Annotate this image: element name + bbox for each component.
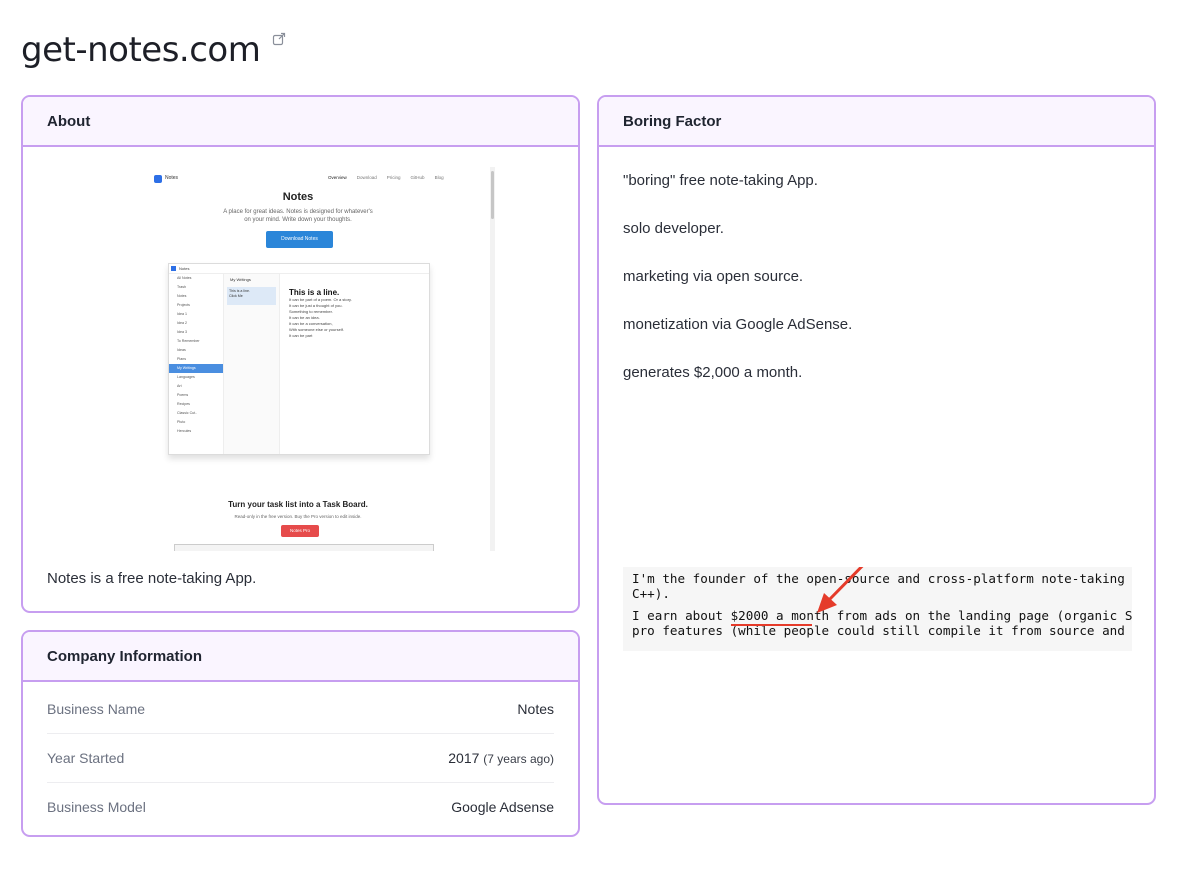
screenshot-sidebar-item: Idea 1 (177, 312, 187, 316)
screenshot-list-item-2: Click Me (229, 294, 243, 298)
app-logo-icon (171, 266, 176, 271)
row-value-text: 2017 (448, 749, 480, 766)
screenshot-sidebar-item: Recipes (177, 402, 190, 406)
site-title-block: get-notes.com (21, 26, 286, 74)
company-info-heading: Company Information (47, 647, 203, 665)
company-row-year-started: Year Started 2017 (7 years ago) (47, 733, 554, 782)
row-value-text: Notes (517, 700, 554, 717)
screenshot-app-titlebar: Notes (169, 264, 429, 274)
screenshot-nav-item: Pricing (386, 175, 401, 180)
screenshot-taskboard-title: Turn your task list into a Task Board. (228, 500, 368, 509)
screenshot-scrollbar[interactable] (490, 167, 495, 551)
red-arrow-icon (817, 567, 864, 613)
screenshot-sidebar-item: Ideas (177, 348, 186, 352)
boring-factor-item: generates $2,000 a month. (623, 364, 803, 381)
screenshot-sidebar-item: Idea 2 (177, 321, 187, 325)
boring-factor-header: Boring Factor (599, 97, 1154, 147)
screenshot-pro-button: Notes Pro (281, 525, 319, 537)
screenshot-bottom-toolbar (174, 544, 434, 551)
screenshot-sidebar-item: Plans (177, 357, 186, 361)
screenshot-sidebar-item: Languages (177, 375, 195, 379)
founder-quote-screenshot: I'm the founder of the open-source and c… (623, 567, 1132, 651)
boring-factor-card: Boring Factor "boring" free note-taking … (597, 95, 1156, 805)
screenshot-nav: Overview Download Pricing GitHub Blog (328, 175, 444, 180)
row-value-text: Google Adsense (451, 798, 554, 815)
boring-factor-heading: Boring Factor (623, 112, 722, 130)
screenshot-sidebar-item: Art (177, 384, 182, 388)
screenshot-list-item: This is a line. Click Me (227, 287, 276, 305)
about-description: Notes is a free note-taking App. (47, 570, 257, 587)
screenshot-sidebar-item: Idea 3 (177, 330, 187, 334)
company-info-card: Company Information Business Name Notes … (21, 630, 580, 837)
screenshot-nav-item: Overview (328, 175, 347, 180)
row-value: 2017 (7 years ago) (448, 750, 554, 766)
row-value: Notes (517, 701, 554, 717)
boring-factor-item: solo developer. (623, 220, 724, 237)
company-row-business-model: Business Model Google Adsense (47, 782, 554, 831)
row-key: Year Started (47, 749, 125, 766)
page-title: get-notes.com (21, 30, 261, 70)
screenshot-sidebar-item: To Remember (177, 339, 200, 343)
screenshot-nav-item: GitHub (410, 175, 425, 180)
screenshot-doc-title: This is a line. (289, 288, 340, 297)
screenshot-doc-line: It can be part (289, 333, 313, 338)
screenshot-subline-1: A place for great ideas. Notes is design… (223, 209, 373, 215)
screenshot-app-title: Notes (179, 266, 190, 271)
about-heading: About (47, 112, 91, 130)
row-value-note: (7 years ago) (483, 751, 554, 766)
screenshot-subline-2: on your mind. Write down your thoughts. (244, 217, 352, 223)
boring-factor-item: "boring" free note-taking App. (623, 172, 818, 189)
screenshot-download-button: Download Notes (266, 231, 333, 248)
screenshot-brand: Notes (165, 175, 179, 181)
boring-factor-item: monetization via Google AdSense. (623, 316, 853, 333)
company-row-business-name: Business Name Notes (47, 684, 554, 733)
screenshot-app-window: Notes All Notes Trash Notes Projects Ide… (168, 263, 430, 455)
screenshot-nav-item: Blog (434, 175, 444, 180)
screenshot-subline: A place for great ideas. Notes is design… (148, 208, 448, 224)
screenshot-sidebar-item: Hercules (177, 429, 192, 433)
screenshot-sidebar-item: Pluto (177, 420, 186, 424)
website-screenshot: Notes Overview Download Pricing GitHub B… (148, 167, 495, 551)
screenshot-list-header: My Writings (230, 277, 251, 282)
screenshot-note-list: My Writings This is a line. Click Me (224, 274, 280, 454)
company-info-header: Company Information (23, 632, 578, 682)
screenshot-app-sidebar: All Notes Trash Notes Projects Idea 1 Id… (169, 274, 224, 454)
screenshot-scroll-thumb[interactable] (491, 171, 494, 219)
screenshot-sidebar-item: Notes (177, 294, 187, 298)
external-link-icon[interactable] (272, 32, 286, 46)
row-key: Business Model (47, 798, 146, 815)
screenshot-sidebar-item: All Notes (177, 276, 192, 280)
screenshot-sidebar-item: Poems (177, 393, 189, 397)
boring-factor-item: marketing via open source. (623, 268, 804, 285)
screenshot-sidebar-item: Projects (177, 303, 190, 307)
screenshot-nav-item: Download (356, 175, 377, 180)
row-value: Google Adsense (451, 799, 554, 815)
screenshot-sidebar-item-selected: My Writings (169, 364, 223, 373)
row-key: Business Name (47, 700, 146, 717)
notes-logo-icon (154, 175, 162, 183)
about-card: About Notes Overview Download Pricing Gi… (21, 95, 580, 613)
screenshot-taskboard-sub: Read-only in the free version. Buy the P… (234, 514, 362, 519)
screenshot-sidebar-item: Classic Cut.. (177, 411, 198, 415)
screenshot-sidebar-item: Trash (177, 285, 187, 289)
screenshot-note-doc: This is a line. It can be part of a poem… (289, 288, 423, 339)
about-card-header: About (23, 97, 578, 147)
screenshot-headline: Notes (282, 191, 314, 203)
